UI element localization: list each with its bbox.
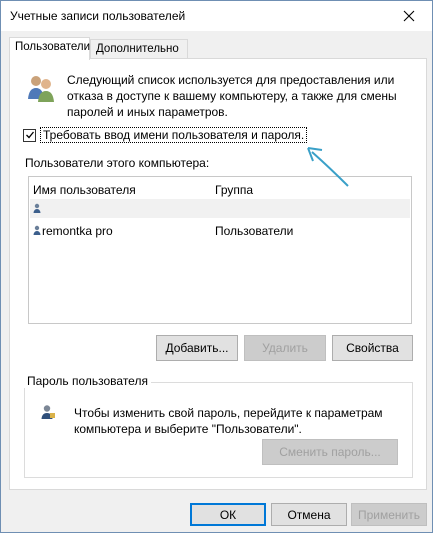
title-bar: Учетные записи пользователей — [1, 1, 432, 31]
tab-users[interactable]: Пользователи — [9, 37, 90, 60]
password-group-title: Пароль пользователя — [24, 374, 151, 388]
users-description: Следующий список используется для предос… — [67, 73, 397, 119]
remove-user-button[interactable]: Удалить — [244, 335, 326, 361]
change-password-button[interactable]: Сменить пароль... — [262, 439, 398, 465]
user-accounts-dialog: Учетные записи пользователей Пользовател… — [0, 0, 433, 533]
tab-advanced[interactable]: Дополнительно — [90, 39, 188, 59]
ok-button[interactable]: ОК — [190, 503, 266, 526]
close-icon — [403, 10, 415, 22]
properties-button[interactable]: Свойства — [332, 335, 413, 361]
require-login-label[interactable]: Требовать ввод имени пользователя и паро… — [40, 127, 308, 143]
users-list-title: Пользователи этого компьютера: — [25, 156, 210, 170]
users-tab-panel: Следующий список используется для предос… — [9, 58, 427, 490]
user-name-cell: remontka pro — [42, 224, 113, 238]
close-button[interactable] — [386, 1, 432, 31]
password-instructions: Чтобы изменить свой пароль, перейдите к … — [74, 406, 383, 436]
user-icon — [33, 203, 41, 213]
users-icon — [28, 76, 54, 102]
tab-strip: Пользователи Дополнительно — [9, 37, 427, 60]
user-group-cell: Пользователи — [215, 224, 294, 238]
users-table[interactable]: Имя пользователя Группа remontka pro Пол… — [28, 176, 412, 324]
column-header-group[interactable]: Группа — [215, 183, 253, 197]
checkmark-icon — [25, 131, 34, 139]
apply-button[interactable]: Применить — [351, 503, 427, 526]
require-login-checkbox[interactable] — [23, 128, 36, 142]
window-title: Учетные записи пользователей — [10, 9, 186, 23]
table-row[interactable]: remontka pro Пользователи — [30, 221, 410, 240]
add-user-button[interactable]: Добавить... — [156, 335, 238, 361]
require-login-row[interactable]: Требовать ввод имени пользователя и паро… — [23, 127, 308, 143]
table-row[interactable] — [30, 199, 410, 218]
cancel-button[interactable]: Отмена — [271, 503, 347, 526]
column-header-username[interactable]: Имя пользователя — [33, 183, 136, 197]
user-password-icon — [41, 405, 55, 419]
